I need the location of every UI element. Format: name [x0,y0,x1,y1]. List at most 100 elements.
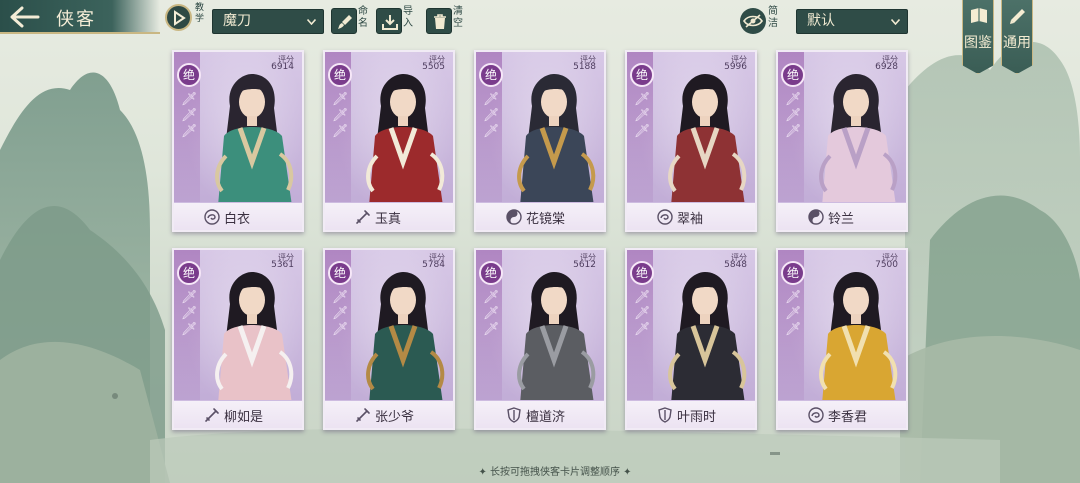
character-portrait [517,272,596,404]
card-name-bar: 翠袖 [627,202,755,230]
score-value: 5612 [573,260,596,270]
score-value: 5848 [724,260,747,270]
hero-card[interactable]: 绝 🗡 🗡 🗡 评分 5188 花镜棠 [474,50,606,232]
catalog-label: 图鉴 [964,35,992,51]
tutorial-label: 教学 [195,3,205,24]
hero-card[interactable]: 绝 🗡 🗡 🗡 评分 6928 铃兰 [776,50,908,232]
character-portrait [668,74,747,206]
card-name-bar: 花镜棠 [476,202,604,230]
card-name-bar: 柳如是 [174,400,302,428]
score-value: 5361 [271,260,294,270]
tutorial-button[interactable] [165,4,192,31]
hero-name: 檀道济 [526,410,566,425]
sort-select[interactable]: 默认 [796,9,908,34]
sword-faction-icon [356,408,370,422]
hero-name: 翠袖 [677,212,704,227]
hero-card[interactable]: 绝 🗡 🗡 🗡 评分 5848 叶雨时 [625,248,757,430]
rank-badge: 绝 [328,63,352,87]
rank-badge: 绝 [328,261,352,285]
hero-card[interactable]: 绝 🗡 🗡 🗡 评分 5996 翠袖 [625,50,757,232]
card-name-bar: 檀道济 [476,400,604,428]
general-label: 通用 [1003,35,1031,51]
hero-name: 花镜棠 [526,212,566,227]
drag-hint-text: ✦ 长按可拖拽侠客卡片调整顺序 ✦ [478,467,632,478]
score-value: 5188 [573,62,596,72]
simple-view-toggle[interactable] [740,8,766,34]
chevron-down-icon [891,19,900,25]
card-name-bar: 铃兰 [778,202,906,230]
back-tab[interactable]: 侠客 [0,0,160,34]
hero-name: 白衣 [224,212,251,227]
taiji-faction-icon [506,209,522,225]
star-swords-icon: 🗡 🗡 🗡 [332,92,349,139]
clear-button[interactable] [426,8,452,34]
score-value: 6914 [271,62,294,72]
hero-card[interactable]: 绝 🗡 🗡 🗡 评分 6914 白衣 [172,50,304,232]
hero-name: 玉真 [375,212,402,227]
character-portrait [366,74,445,206]
download-icon [382,15,398,30]
star-swords-icon: 🗡 🗡 🗡 [181,290,198,337]
score-value: 5996 [724,62,747,72]
hero-name: 李香君 [828,410,868,425]
hero-name: 柳如是 [224,410,264,425]
swirl-faction-icon [808,407,824,423]
hero-name: 铃兰 [828,212,855,227]
rename-button[interactable] [331,8,357,34]
rank-badge: 绝 [781,63,805,87]
character-portrait [668,272,747,404]
star-swords-icon: 🗡 🗡 🗡 [483,92,500,139]
general-banner-button[interactable]: 通用 [1001,0,1033,74]
card-name-bar: 张少爷 [325,400,453,428]
clear-label: 清空 [453,6,463,29]
swirl-faction-icon [204,209,220,225]
rank-badge: 绝 [630,261,654,285]
star-swords-icon: 🗡 🗡 🗡 [785,290,802,337]
star-swords-icon: 🗡 🗡 🗡 [634,290,651,337]
book-icon [971,8,987,23]
rank-badge: 绝 [781,261,805,285]
rank-badge: 绝 [479,63,503,87]
character-portrait [215,272,294,404]
shield-faction-icon [658,407,672,423]
card-name-bar: 李香君 [778,400,906,428]
catalog-banner-button[interactable]: 图鉴 [962,0,994,74]
rank-badge: 绝 [177,63,201,87]
brush-icon [338,15,352,29]
scroll-icon [1010,9,1025,24]
star-swords-icon: 🗡 🗡 🗡 [483,290,500,337]
rename-label: 命名 [358,6,368,29]
sword-faction-icon [205,408,219,422]
weapon-filter-select[interactable]: 魔刀 [212,9,324,34]
hero-card[interactable]: 绝 🗡 🗡 🗡 评分 5612 檀道济 [474,248,606,430]
hero-card[interactable]: 绝 🗡 🗡 🗡 评分 5361 柳如是 [172,248,304,430]
character-portrait [819,74,898,206]
character-portrait [366,272,445,404]
hero-card[interactable]: 绝 🗡 🗡 🗡 评分 5784 张少爷 [323,248,455,430]
page-title: 侠客 [56,9,96,30]
hero-name: 张少爷 [375,410,415,425]
score-value: 5505 [422,62,445,72]
trash-icon [434,14,446,29]
sword-faction-icon [356,210,370,224]
star-swords-icon: 🗡 🗡 🗡 [785,92,802,139]
character-portrait [215,74,294,206]
import-button[interactable] [376,8,402,34]
play-icon [174,10,186,26]
back-arrow-icon[interactable] [10,6,40,28]
rank-badge: 绝 [479,261,503,285]
star-swords-icon: 🗡 🗡 🗡 [332,290,349,337]
swirl-faction-icon [657,209,673,225]
import-label: 导入 [403,6,413,29]
character-portrait [517,74,596,206]
shield-faction-icon [507,407,521,423]
chevron-down-icon [307,19,316,25]
hero-card-grid: 绝 🗡 🗡 🗡 评分 6914 白衣绝 🗡 🗡 🗡 评分 5505 玉真绝 🗡 🗡 🗡 评分 5188 花镜棠绝 🗡 🗡… [172,50,912,440]
rank-badge: 绝 [630,63,654,87]
card-name-bar: 叶雨时 [627,400,755,428]
weapon-filter-value: 魔刀 [223,13,251,29]
sort-value: 默认 [807,13,835,29]
hero-card[interactable]: 绝 🗡 🗡 🗡 评分 5505 玉真 [323,50,455,232]
hero-card[interactable]: 绝 🗡 🗡 🗡 评分 7500 李香君 [776,248,908,430]
star-swords-icon: 🗡 🗡 🗡 [634,92,651,139]
